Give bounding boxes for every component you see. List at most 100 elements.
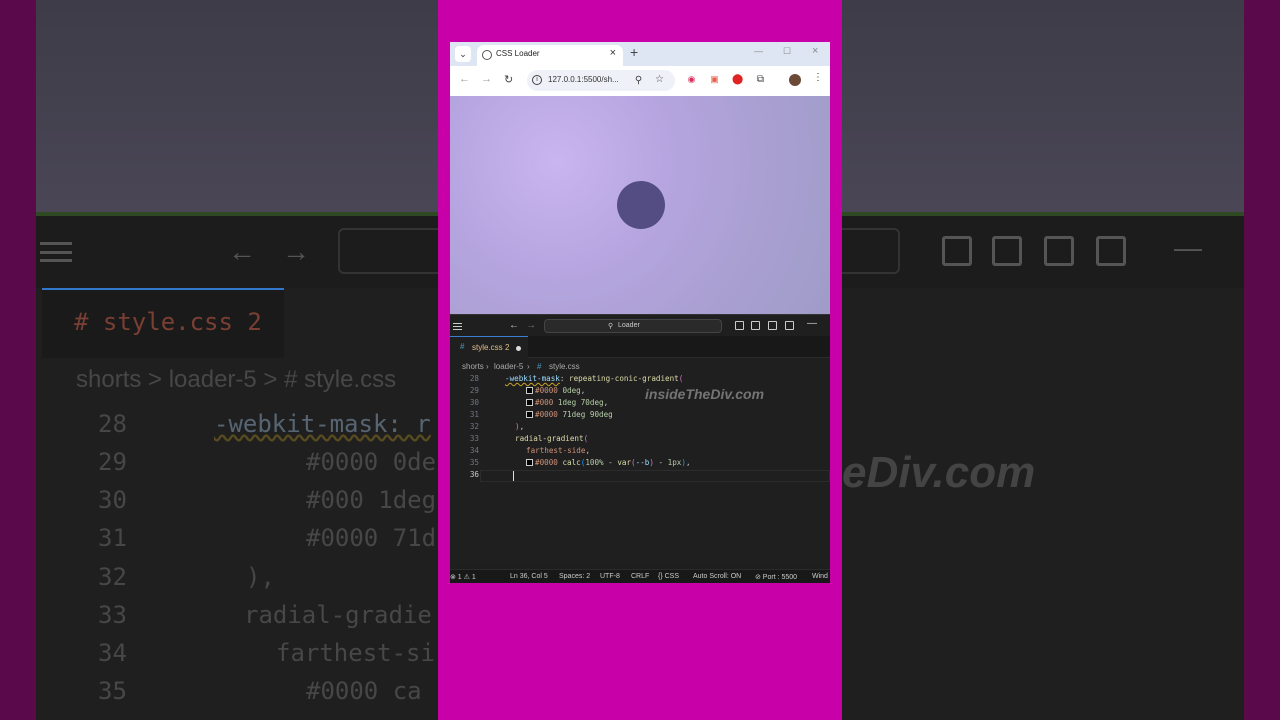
language-mode-status[interactable]: {} CSS [658,573,679,580]
encoding-status[interactable]: UTF-8 [600,573,620,580]
globe-icon [482,50,492,60]
code-line: 32 ), [450,422,830,434]
background-line-number: 28 [98,410,127,438]
watermark: insideTheDiv.com [645,386,765,402]
command-center-search[interactable]: ⚲ Loader [544,319,722,333]
css-number: 0deg [562,386,581,395]
avatar[interactable] [789,74,801,86]
css-number: 1px [667,458,682,467]
line-number: 35 [469,458,479,467]
browser-tab[interactable]: CSS Loader × [477,45,623,66]
tab-label: style.css [472,343,503,352]
background-breadcrumb: shorts > loader-5 > # style.css [76,366,397,393]
indentation-status[interactable]: Spaces: 2 [559,573,590,580]
close-tab-icon[interactable]: × [610,47,616,59]
background-code-line: -webkit-mask: r [214,410,431,438]
bookmark-star-icon[interactable]: ☆ [654,74,665,85]
tab-style-css[interactable]: # style.css 2 [450,336,528,358]
status-extra[interactable]: Wind [812,573,828,580]
line-number: 31 [469,410,479,419]
background-code-line: #000 1deg [306,486,437,514]
browser-menu-icon[interactable]: ⋮ [813,72,823,83]
editor-tabs: # style.css 2 [450,336,830,358]
css-function: radial-gradient [515,434,584,443]
site-info-icon[interactable]: i [532,75,542,85]
line-number: 28 [469,374,479,383]
chevron-right-icon: › [527,362,530,371]
background-forward-icon: → [282,236,310,267]
url-text: 127.0.0.1:5500/sh... [548,75,619,84]
background-watermark: eDiv.com [842,448,1036,497]
toggle-panel-icon[interactable] [768,321,777,330]
reload-icon[interactable]: ↻ [504,73,513,86]
extension-screenshot-icon[interactable]: ▣ [709,74,720,85]
code-line: 31 #0000 71deg 90deg [450,410,830,422]
background-line-number: 34 [98,639,127,667]
background-code-line: #0000 71d [306,524,437,552]
vscode-forward-icon[interactable]: → [526,320,536,331]
code-line: 35 #0000 calc(100% - var(--b) - 1px), [450,458,830,470]
live-server-port-status[interactable]: ⊘ Port : 5500 [755,573,797,581]
eol-status[interactable]: CRLF [631,573,649,580]
customize-layout-icon[interactable] [735,321,744,330]
vscode-minimize-icon[interactable]: — [807,318,817,329]
chevron-right-icon: › [486,362,489,371]
vscode-titlebar: ← → ⚲ Loader — [450,314,830,336]
new-tab-icon[interactable]: + [630,44,638,60]
unsaved-dot-icon[interactable] [516,346,521,351]
line-number: 32 [469,422,479,431]
css-color-value: #0000 [535,386,558,395]
breadcrumb-item[interactable]: shorts [462,362,484,371]
cursor-position-status[interactable]: Ln 36, Col 5 [510,573,548,580]
css-property: -webkit-mask [505,374,560,383]
background-preview-area [36,0,438,214]
screen-capture: ⌄ CSS Loader × + — ☐ × ← → ↻ i 127.0.0.1… [450,42,830,583]
background-layout-icon [942,236,972,266]
toggle-secondary-sidebar-icon[interactable] [785,321,794,330]
close-window-icon[interactable]: × [812,45,818,57]
css-function: calc [562,458,581,467]
extension-opera-icon[interactable]: ⬤ [732,74,743,85]
css-loader-circle [617,181,665,229]
color-swatch-icon[interactable] [526,399,533,406]
minimize-window-icon[interactable]: — [754,46,763,56]
breadcrumb-item[interactable]: style.css [549,362,580,371]
problems-status[interactable]: ⊗ 1 ⚠ 1 [450,573,476,581]
forward-icon[interactable]: → [481,73,492,85]
line-number: 34 [469,446,479,455]
line-number: 33 [469,434,479,443]
breadcrumb-item[interactable]: loader-5 [494,362,523,371]
code-line: 36 [450,470,830,482]
browser-toolbar: ← → ↻ i 127.0.0.1:5500/sh... ⚲ ☆ ◉ ▣ ⬤ ⧉… [450,66,830,96]
background-layout-icon [1044,236,1074,266]
code-line: 29 #0000 0deg, [450,386,830,398]
code-line: 33 radial-gradient( [450,434,830,446]
code-line: 28 -webkit-mask: repeating-conic-gradien… [450,374,830,386]
back-icon[interactable]: ← [459,73,470,85]
auto-scroll-status[interactable]: Auto Scroll: ON [693,573,741,580]
color-swatch-icon[interactable] [526,387,533,394]
background-code-line: ), [246,563,275,591]
line-number: 29 [469,386,479,395]
css-color-value: #0000 [535,458,558,467]
background-layout-icon [1096,236,1126,266]
color-swatch-icon[interactable] [526,411,533,418]
code-editor[interactable]: 28 -webkit-mask: repeating-conic-gradien… [450,374,830,566]
tab-search-icon[interactable]: ⌄ [455,46,471,62]
address-bar[interactable]: i 127.0.0.1:5500/sh... [527,70,675,91]
code-line: 30 #000 1deg 70deg, [450,398,830,410]
background-minimize-icon: — [1174,232,1202,263]
background-right: — eDiv.com [842,0,1280,720]
menu-icon[interactable] [453,323,462,330]
css-file-icon: # [537,362,542,371]
search-icon: ⚲ [608,323,614,330]
maximize-window-icon[interactable]: ☐ [783,46,791,57]
toggle-primary-sidebar-icon[interactable] [751,321,760,330]
extensions-puzzle-icon[interactable]: ⧉ [755,74,766,85]
css-number: 1deg 70deg [557,398,604,407]
breadcrumb: shorts › loader-5 › # style.css [450,358,830,374]
vscode-back-icon[interactable]: ← [509,320,519,331]
extension-record-icon[interactable]: ◉ [686,74,697,85]
color-swatch-icon[interactable] [526,459,533,466]
zoom-icon[interactable]: ⚲ [633,75,644,86]
